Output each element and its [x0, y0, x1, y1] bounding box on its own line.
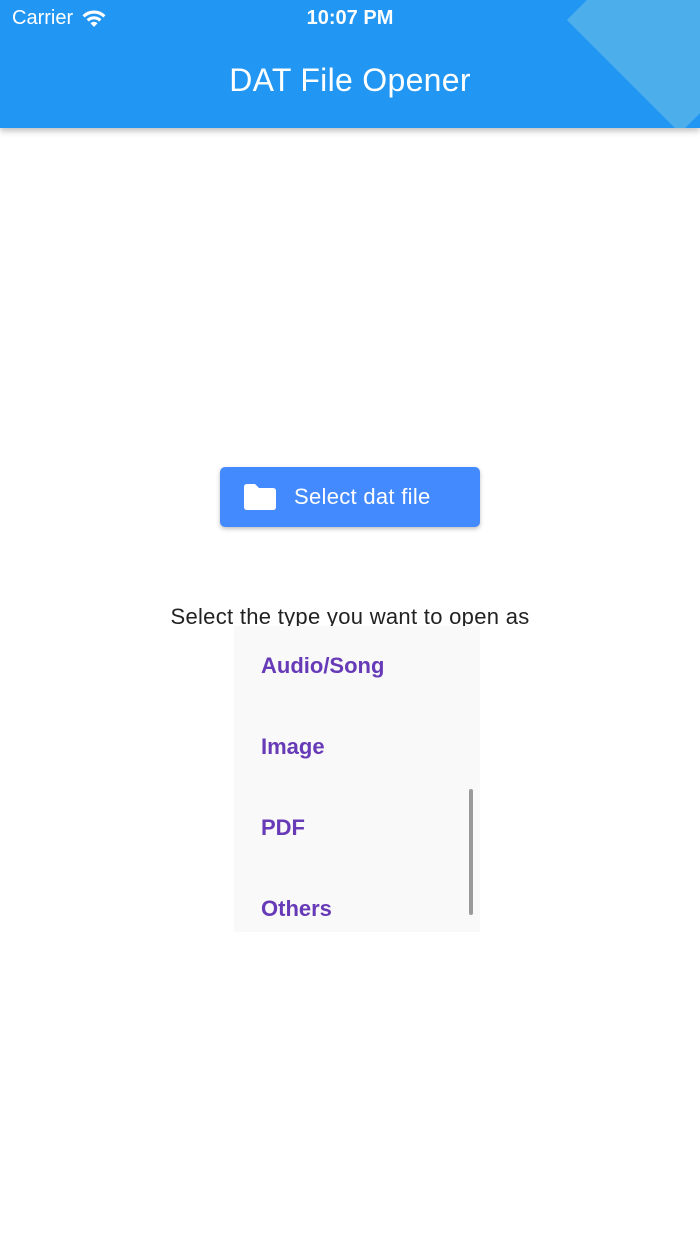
- status-time: 10:07 PM: [306, 7, 394, 29]
- folder-icon: [244, 484, 276, 510]
- app-screen: Carrier 10:07 PM DAT File Opener Select …: [0, 0, 700, 1244]
- page-title: DAT File Opener: [229, 62, 471, 98]
- select-dat-file-button[interactable]: Select dat file: [220, 467, 480, 527]
- status-bar: Carrier 10:07 PM: [0, 0, 700, 36]
- dropdown-item-image[interactable]: Image: [261, 734, 325, 760]
- dropdown-item-audio[interactable]: Audio/Song: [261, 653, 384, 679]
- select-dat-file-label: Select dat file: [294, 484, 431, 509]
- dropdown-item-others[interactable]: Others: [261, 896, 332, 922]
- open-as-dropdown[interactable]: Audio/Song Image PDF Others: [234, 626, 480, 932]
- dropdown-item-pdf[interactable]: PDF: [261, 815, 305, 841]
- dropdown-scrollbar[interactable]: [469, 789, 473, 915]
- app-bar: Carrier 10:07 PM DAT File Opener: [0, 0, 700, 128]
